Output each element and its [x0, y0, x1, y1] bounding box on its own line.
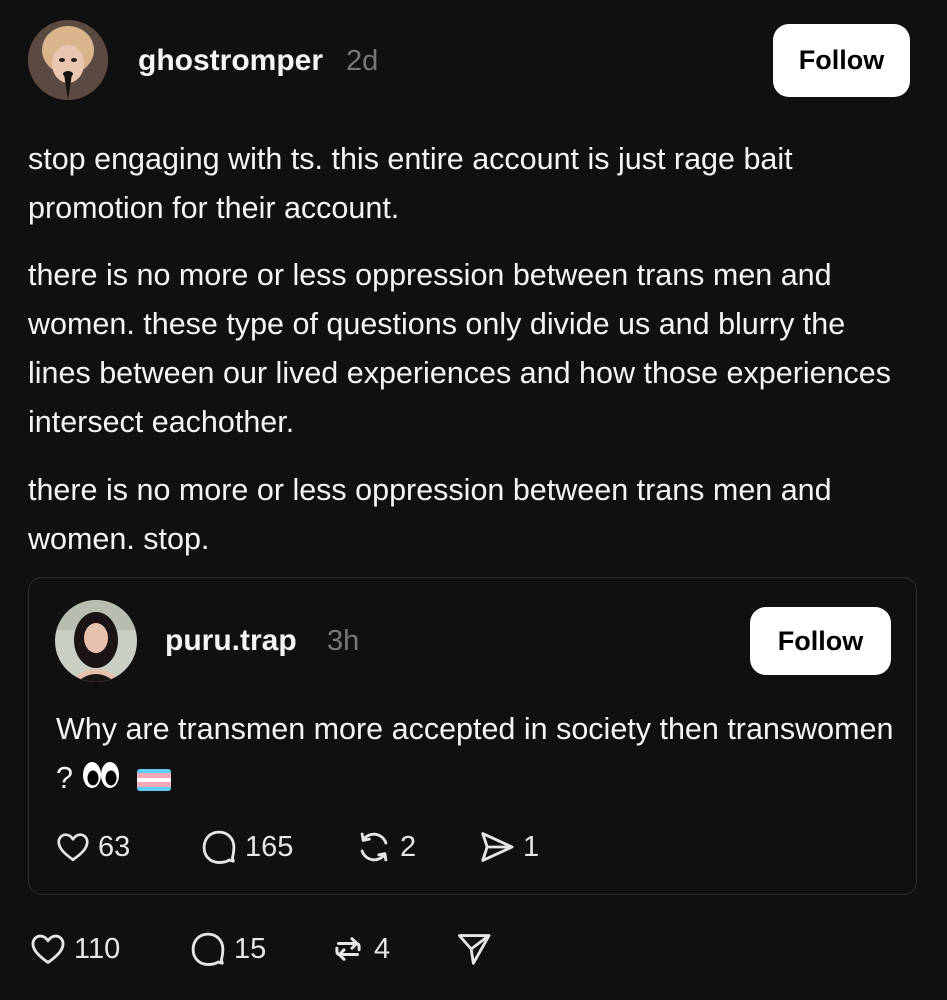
thread-post: ghostromper 2d Follow stop engaging with… — [0, 0, 947, 1000]
post-text-paragraph-2: there is no more or less oppression betw… — [28, 258, 892, 439]
post-text-paragraph-3: there is no more or less oppression betw… — [28, 473, 832, 556]
quoted-share-count: 1 — [523, 830, 540, 863]
comment-bubble-icon — [191, 932, 225, 966]
heart-icon — [31, 934, 65, 964]
like-button[interactable]: 110 — [28, 930, 188, 968]
quoted-post-text: Why are transmen more accepted in societ… — [56, 705, 896, 804]
quoted-post-actions: 63 165 2 1 — [54, 828, 539, 866]
transgender-flag-emoji — [136, 768, 171, 791]
eyes-emoji — [81, 755, 121, 804]
comment-bubble-icon — [202, 830, 236, 864]
quoted-post-card[interactable]: puru.trap 3h Follow Why are transmen mor… — [28, 577, 917, 895]
like-count: 110 — [74, 932, 121, 965]
quoted-post-timestamp: 3h — [327, 625, 360, 657]
post-text-paragraph-1: stop engaging with ts. this entire accou… — [28, 142, 793, 225]
quoted-post-text-content: Why are transmen more accepted in societ… — [56, 712, 894, 795]
quoted-author-username[interactable]: puru.trap — [165, 624, 297, 658]
repost-button[interactable]: 4 — [328, 930, 454, 968]
post-actions: 110 15 4 — [28, 930, 494, 968]
send-icon — [481, 832, 514, 862]
repost-icon — [335, 937, 361, 961]
author-avatar[interactable] — [28, 20, 108, 100]
send-icon — [458, 934, 491, 965]
quoted-reply-count: 165 — [245, 830, 294, 863]
author-username[interactable]: ghostromper — [138, 44, 323, 78]
post-timestamp: 2d — [346, 45, 379, 77]
repost-count: 4 — [374, 932, 391, 965]
quoted-repost-count: 2 — [400, 830, 417, 863]
heart-icon — [57, 833, 89, 862]
quoted-like-count: 63 — [98, 830, 131, 863]
quoted-repost-button[interactable]: 2 — [354, 828, 477, 866]
follow-button[interactable]: Follow — [773, 24, 910, 97]
quoted-author-avatar[interactable] — [55, 600, 137, 682]
quoted-like-button[interactable]: 63 — [54, 829, 199, 865]
reply-button[interactable]: 15 — [188, 930, 328, 968]
quoted-share-button[interactable]: 1 — [477, 828, 539, 866]
flag-stripe — [136, 786, 171, 791]
quoted-reply-button[interactable]: 165 — [199, 828, 354, 866]
share-button[interactable] — [454, 930, 494, 968]
repost-icon — [360, 832, 388, 862]
reply-count: 15 — [234, 932, 267, 965]
quoted-follow-button[interactable]: Follow — [750, 607, 891, 675]
